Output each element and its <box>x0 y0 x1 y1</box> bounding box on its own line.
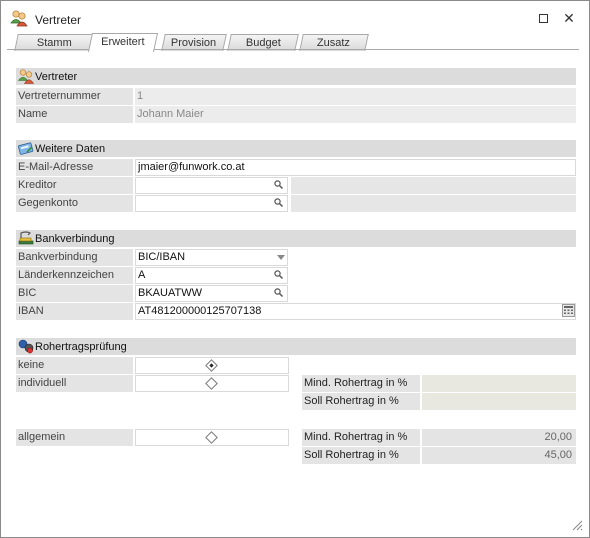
users-icon <box>10 10 28 27</box>
section-title: Rohertragsprüfung <box>35 341 127 353</box>
allgemein-label: allgemein <box>16 429 133 446</box>
calculator-icon <box>564 306 573 314</box>
section-title: Vertreter <box>35 71 78 83</box>
section-title: Bankverbindung <box>35 233 115 245</box>
tab-label: Stamm <box>36 37 72 49</box>
section-rohertragspruefung: Rohertragsprüfung <box>16 338 576 355</box>
kreditor-label: Kreditor <box>16 177 133 194</box>
radio-unchecked-icon <box>205 377 218 390</box>
laenderkennzeichen-value: A <box>138 269 146 281</box>
bankverbindung-value: BIC/IBAN <box>138 251 186 263</box>
tab-erweitert[interactable]: Erweitert <box>87 33 159 52</box>
card-icon <box>18 142 34 155</box>
section-bankverbindung: Bankverbindung <box>16 230 576 247</box>
individuell-radio[interactable] <box>135 375 289 392</box>
vertreternummer-value: 1 <box>135 88 576 105</box>
kreditor-field[interactable] <box>135 177 288 194</box>
name-value: Johann Maier <box>135 106 576 123</box>
allgemein-radio[interactable] <box>135 429 289 446</box>
tab-label: Provision <box>171 37 217 49</box>
bankverbindung-select[interactable]: BIC/IBAN <box>135 249 288 266</box>
individuell-label: individuell <box>16 375 133 392</box>
bic-value: BKAUATWW <box>138 287 202 299</box>
gegenkonto-field[interactable] <box>135 195 288 212</box>
section-title: Weitere Daten <box>35 143 106 155</box>
bic-field[interactable]: BKAUATWW <box>135 285 288 302</box>
search-icon[interactable] <box>273 179 284 190</box>
users-icon <box>18 69 34 84</box>
gegenkonto-description <box>291 195 576 212</box>
email-label: E-Mail-Adresse <box>16 159 133 176</box>
title-bar: Vertreter ✕ <box>1 1 589 33</box>
email-field[interactable]: jmaier@funwork.co.at <box>135 159 576 176</box>
keine-label: keine <box>16 357 133 374</box>
individuell-soll-field[interactable] <box>422 393 576 410</box>
kreditor-description <box>291 177 576 194</box>
name-label: Name <box>16 106 133 123</box>
search-icon[interactable] <box>273 197 284 208</box>
radio-checked-icon <box>205 359 218 372</box>
individuell-mind-field[interactable] <box>422 375 576 392</box>
tab-label: Budget <box>245 37 281 49</box>
laenderkennzeichen-field[interactable]: A <box>135 267 288 284</box>
bankverbindung-label: Bankverbindung <box>16 249 133 266</box>
window-title: Vertreter <box>35 13 82 27</box>
laenderkennzeichen-label: Länderkennzeichen <box>16 267 133 284</box>
iban-calculator-button[interactable] <box>562 304 575 317</box>
maximize-button[interactable] <box>529 5 557 31</box>
chevron-down-icon[interactable] <box>277 255 285 260</box>
allgemein-soll-value: 45,00 <box>422 447 576 464</box>
allgemein-mind-value: 20,00 <box>422 429 576 446</box>
iban-field[interactable]: AT481200000125707138 <box>135 303 576 320</box>
search-icon[interactable] <box>273 287 284 298</box>
section-vertreter: Vertreter <box>16 68 576 85</box>
search-icon[interactable] <box>273 269 284 280</box>
individuell-soll-label: Soll Rohertrag in % <box>302 393 420 410</box>
tab-label: Zusatz <box>317 37 351 49</box>
allgemein-soll-label: Soll Rohertrag in % <box>302 447 420 464</box>
gegenkonto-label: Gegenkonto <box>16 195 133 212</box>
maximize-icon <box>538 14 548 23</box>
close-icon: ✕ <box>563 10 575 26</box>
iban-label: IBAN <box>16 303 133 320</box>
section-weitere-daten: Weitere Daten <box>16 140 576 157</box>
vertreternummer-label: Vertreternummer <box>16 88 133 105</box>
individuell-mind-label: Mind. Rohertrag in % <box>302 375 420 392</box>
bank-icon <box>18 231 34 245</box>
allgemein-mind-label: Mind. Rohertrag in % <box>302 429 420 446</box>
resize-grip-icon[interactable] <box>571 519 583 531</box>
close-button[interactable]: ✕ <box>555 5 583 31</box>
tab-label: Erweitert <box>101 36 145 48</box>
radio-unchecked-icon <box>205 431 218 444</box>
bic-label: BIC <box>16 285 133 302</box>
vertreter-window: Vertreter ✕ Stamm Erweitert Provision Bu… <box>0 0 590 538</box>
keine-radio[interactable] <box>135 357 289 374</box>
check-shapes-icon <box>18 339 34 354</box>
